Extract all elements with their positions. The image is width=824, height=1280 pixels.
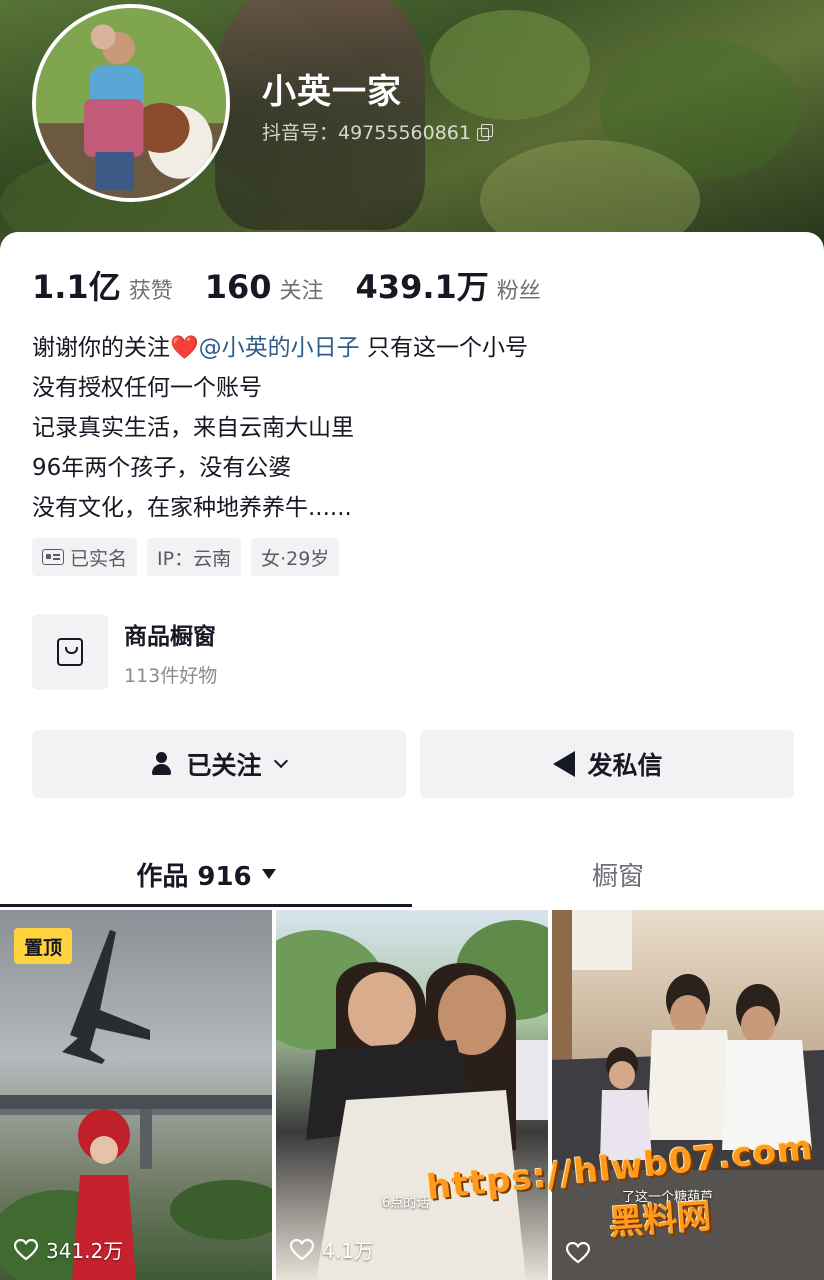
douyin-id-text: 抖音号：49755560861 [262, 122, 471, 144]
video-likes-2: 4.1万 [289, 1235, 374, 1264]
shop-window-entry[interactable]: 商品橱窗 113件好物 [32, 614, 217, 690]
stat-followers-value: 439.1万 [355, 268, 489, 306]
heart-emoji: ❤️ [170, 335, 199, 361]
douyin-id: 抖音号：49755560861 [262, 118, 493, 145]
send-icon [553, 751, 576, 777]
stats-row: 1.1亿 获赞 160 关注 439.1万 粉丝 [32, 262, 573, 308]
heart-outline-icon [13, 1238, 39, 1261]
bio-line-4: 96年两个孩子，没有公婆 [32, 455, 292, 481]
stat-likes: 1.1亿 获赞 [32, 262, 173, 308]
bio-mention-link[interactable]: @小英的小日子 [199, 335, 360, 361]
video-likes-1-count: 341.2万 [46, 1239, 124, 1263]
tag-verified-label: 已实名 [70, 547, 128, 570]
follow-button[interactable]: 已关注 [32, 730, 406, 798]
watermark: https://hlwb07.com 黑料网 [420, 1128, 820, 1244]
action-buttons: 已关注 发私信 [32, 730, 794, 798]
stat-following-label: 关注 [279, 279, 324, 304]
shop-text: 商品橱窗 113件好物 [124, 617, 217, 688]
shop-title: 商品橱窗 [124, 623, 216, 650]
user-check-icon [152, 752, 176, 776]
stat-followers[interactable]: 439.1万 粉丝 [356, 262, 541, 308]
stat-likes-value: 1.1亿 [32, 268, 121, 306]
content-tabs: 作品 916 橱窗 [0, 844, 824, 908]
tag-ip: IP：云南 [147, 538, 242, 576]
heart-outline-icon [289, 1238, 315, 1261]
message-button[interactable]: 发私信 [420, 730, 794, 798]
shopping-bag-icon [57, 638, 83, 666]
bio-line-1: 谢谢你的关注❤️@小英的小日子 只有这一个小号 [32, 328, 528, 368]
id-card-icon [42, 549, 64, 565]
tab-works-label: 作品 916 [136, 861, 252, 892]
message-button-label: 发私信 [587, 751, 663, 780]
bio-line-1-prefix: 谢谢你的关注 [32, 335, 170, 361]
bio: 谢谢你的关注❤️@小英的小日子 只有这一个小号 没有授权任何一个账号 记录真实生… [32, 328, 528, 528]
chevron-down-icon [273, 753, 288, 769]
shop-icon-box [32, 614, 108, 690]
video-thumbnail-1[interactable]: 置顶 341.2万 [0, 910, 272, 1280]
tag-gender-age: 女·29岁 [251, 538, 340, 576]
video-likes-2-count: 4.1万 [322, 1239, 374, 1263]
stat-likes-label: 获赞 [128, 279, 173, 304]
caret-down-icon[interactable] [261, 869, 276, 879]
bio-line-5: 没有文化，在家种地养养牛...... [32, 495, 352, 521]
stat-followers-label: 粉丝 [496, 279, 541, 304]
tag-verified: 已实名 [32, 538, 138, 576]
profile-tags: 已实名 IP：云南 女·29岁 [32, 538, 340, 576]
active-tab-indicator [0, 904, 412, 907]
tab-works[interactable]: 作品 916 [0, 844, 412, 904]
stat-following-value: 160 [204, 268, 272, 306]
follow-button-label: 已关注 [186, 751, 262, 780]
copy-icon[interactable] [476, 123, 493, 141]
stat-following[interactable]: 160 关注 [205, 268, 324, 306]
tab-window[interactable]: 橱窗 [412, 844, 824, 904]
bio-line-3: 记录真实生活，来自云南大山里 [32, 415, 354, 441]
pinned-badge: 置顶 [14, 928, 73, 964]
bio-line-1-suffix: 只有这一个小号 [359, 335, 528, 361]
shop-subtitle: 113件好物 [124, 664, 218, 687]
video-likes-1: 341.2万 [13, 1235, 124, 1264]
bio-line-2: 没有授权任何一个账号 [32, 375, 262, 401]
nickname: 小英一家 [262, 72, 402, 112]
avatar[interactable] [32, 4, 230, 202]
